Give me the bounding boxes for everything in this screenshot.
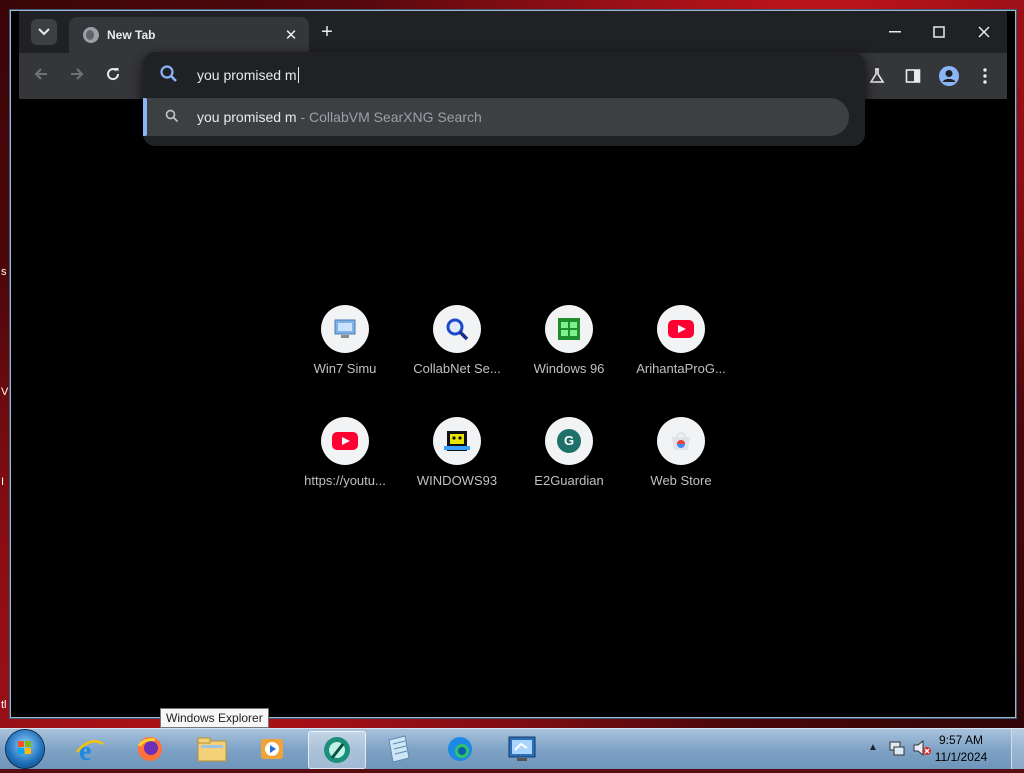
clock-date: 11/1/2024 xyxy=(934,750,988,764)
desktop-icon-fragment: tl xyxy=(1,699,7,711)
windows-logo-icon xyxy=(18,741,31,754)
desktop-icon-fragment: V xyxy=(1,386,9,398)
taskbar-remote-desktop[interactable] xyxy=(494,731,550,767)
show-hidden-icons-button[interactable]: ▲ xyxy=(868,742,878,753)
media-player-icon xyxy=(261,739,283,759)
maximize-icon xyxy=(933,26,945,38)
browser-frame: New Tab ✕ + you promised m you promised … xyxy=(19,11,1007,711)
menu-button[interactable] xyxy=(973,64,997,88)
tab-search-button[interactable] xyxy=(31,19,57,45)
reload-button[interactable] xyxy=(101,64,125,88)
magnifier-icon xyxy=(433,305,481,353)
taskbar: e ▲ 9:57 AM 11/1/2024 xyxy=(0,728,1024,769)
taskbar-edge[interactable] xyxy=(432,731,488,767)
forward-button[interactable] xyxy=(65,64,89,88)
new-tab-button[interactable]: + xyxy=(315,21,339,45)
taskbar-active-app[interactable] xyxy=(308,731,366,769)
network-icon[interactable] xyxy=(888,739,906,762)
desktop-icon-fragment: I xyxy=(1,476,5,488)
shortcut-label: WINDOWS93 xyxy=(416,473,498,488)
shortcut-label: https://youtu... xyxy=(304,473,386,488)
notepad-icon xyxy=(388,735,410,763)
side-panel-icon xyxy=(905,69,921,83)
taskbar-firefox[interactable] xyxy=(122,731,178,767)
shortcut-tile[interactable]: WINDOWS93 xyxy=(401,409,513,513)
taskbar-internet-explorer[interactable]: e xyxy=(62,731,118,767)
minimize-icon xyxy=(889,31,901,33)
search-icon xyxy=(159,64,179,89)
win7-icon xyxy=(321,305,369,353)
omnibox-suggestion[interactable]: you promised m - CollabVM SearXNG Search xyxy=(143,98,849,136)
close-icon xyxy=(978,26,990,38)
browser-window: New Tab ✕ + you promised m you promised … xyxy=(10,10,1016,718)
internet-explorer-icon: e xyxy=(76,736,104,764)
omnibox-dropdown: you promised m you promised m - CollabVM… xyxy=(143,52,865,146)
tab-strip: New Tab ✕ + xyxy=(19,11,1007,53)
taskbar-media-player[interactable] xyxy=(244,731,300,767)
flask-icon xyxy=(869,68,885,83)
windows96-icon xyxy=(545,305,593,353)
search-icon xyxy=(165,109,179,128)
reload-icon xyxy=(107,68,120,81)
arrow-left-icon xyxy=(34,68,47,80)
suggestion-provider: - CollabVM SearXNG Search xyxy=(296,109,482,125)
shortcut-label: Win7 Simu xyxy=(313,361,377,376)
arrow-right-icon xyxy=(71,68,84,80)
shortcut-label: CollabNet Se... xyxy=(413,361,501,376)
side-panel-button[interactable] xyxy=(901,64,925,88)
windows93-icon xyxy=(433,417,481,465)
chevron-down-icon xyxy=(38,28,50,36)
shortcut-tile[interactable]: G E2Guardian xyxy=(513,409,625,513)
shortcut-tile[interactable]: ArihantaProG... xyxy=(625,297,737,401)
shortcut-tile[interactable]: CollabNet Se... xyxy=(401,297,513,401)
taskbar-notepad[interactable] xyxy=(370,731,426,767)
youtube-icon xyxy=(657,305,705,353)
youtube-icon xyxy=(321,417,369,465)
remote-desktop-icon xyxy=(508,736,536,761)
active-app-icon xyxy=(324,737,350,763)
shortcut-label: ArihantaProG... xyxy=(636,361,726,376)
start-button[interactable] xyxy=(6,730,44,768)
close-window-button[interactable] xyxy=(964,19,1004,45)
shortcut-tile[interactable]: Web Store xyxy=(625,409,737,513)
letter-g-icon: G xyxy=(545,417,593,465)
suggestion-query: you promised m xyxy=(197,109,297,125)
back-button[interactable] xyxy=(29,64,53,88)
shortcut-label: Windows 96 xyxy=(533,361,605,376)
labs-button[interactable] xyxy=(865,64,889,88)
globe-icon xyxy=(83,27,99,43)
shortcut-label: Web Store xyxy=(650,473,712,488)
shortcut-tile[interactable]: https://youtu... xyxy=(289,409,401,513)
letter-g-badge: G xyxy=(557,429,581,453)
tab-new-tab[interactable]: New Tab ✕ xyxy=(69,17,309,53)
windows-explorer-icon xyxy=(197,737,227,762)
minimize-button[interactable] xyxy=(875,19,915,45)
desktop-icon-fragment: s xyxy=(1,266,7,278)
edge-icon xyxy=(448,737,472,761)
shortcut-label: E2Guardian xyxy=(534,473,604,488)
firefox-icon xyxy=(137,737,162,761)
taskbar-windows-explorer[interactable] xyxy=(184,731,240,767)
clock-time: 9:57 AM xyxy=(938,733,984,747)
text-caret xyxy=(297,67,299,83)
omnibox-input[interactable]: you promised m xyxy=(197,67,299,83)
selection-indicator xyxy=(143,98,147,136)
web-store-icon xyxy=(657,417,705,465)
tab-title: New Tab xyxy=(107,28,156,42)
omnibox-input-text: you promised m xyxy=(197,67,297,83)
maximize-button[interactable] xyxy=(919,19,959,45)
system-clock[interactable]: 9:57 AM 11/1/2024 xyxy=(926,733,996,764)
show-desktop-button[interactable] xyxy=(1011,729,1024,769)
svg-text:e: e xyxy=(79,736,91,764)
suggestion-text: you promised m - CollabVM SearXNG Search xyxy=(197,109,482,125)
avatar-icon xyxy=(939,66,959,86)
shortcut-tile[interactable]: Windows 96 xyxy=(513,297,625,401)
close-tab-icon[interactable]: ✕ xyxy=(281,26,301,44)
taskbar-tooltip: Windows Explorer xyxy=(160,708,269,728)
profile-button[interactable] xyxy=(937,64,961,88)
more-vert-icon xyxy=(983,68,987,84)
shortcut-tile[interactable]: Win7 Simu xyxy=(289,297,401,401)
